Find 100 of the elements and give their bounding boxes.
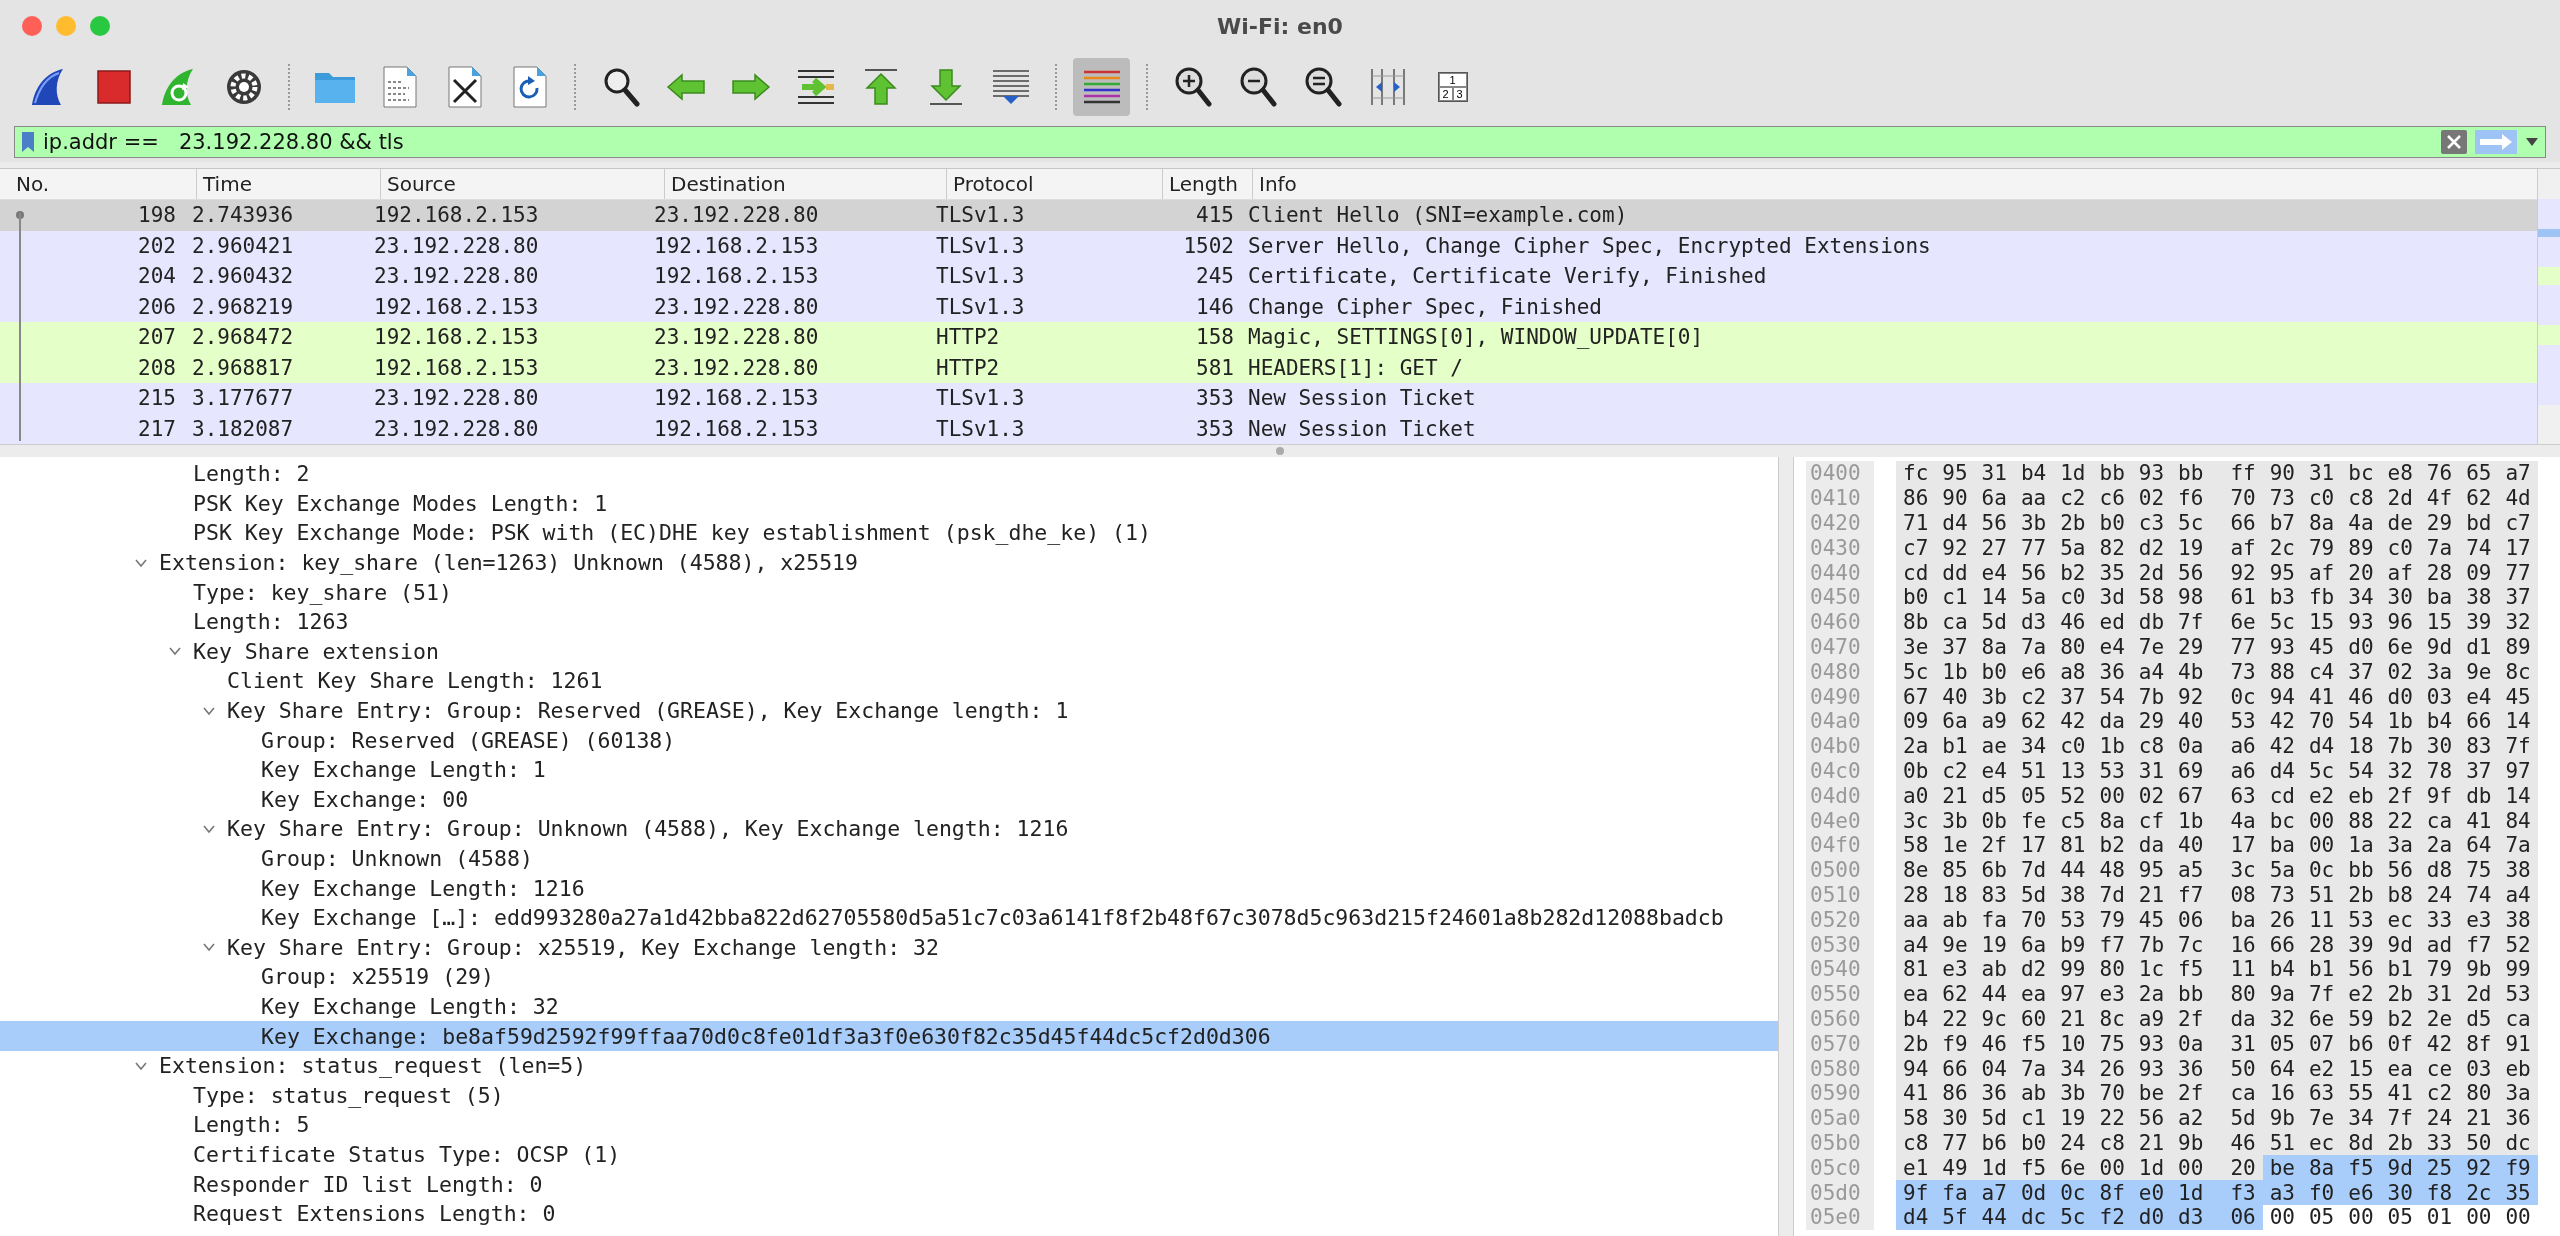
hex-byte[interactable]: d2 <box>2131 535 2172 561</box>
hex-byte[interactable]: 14 <box>2498 783 2538 809</box>
hex-byte[interactable]: f3 <box>2210 1180 2263 1205</box>
hex-byte[interactable]: 8f <box>2092 1180 2132 1205</box>
hex-byte[interactable]: 55 <box>2341 1080 2381 1106</box>
hex-byte[interactable]: 44 <box>2053 857 2093 883</box>
hex-byte[interactable]: 54 <box>2341 708 2381 734</box>
hex-byte[interactable]: 42 <box>2419 1031 2460 1057</box>
hex-byte[interactable]: 37 <box>2341 659 2381 685</box>
toolbar-button[interactable] <box>1073 58 1130 116</box>
hex-byte[interactable]: 56 <box>2341 956 2381 982</box>
hex-byte[interactable]: d4 <box>1896 1204 1936 1230</box>
hex-byte[interactable]: a0 <box>1896 783 1936 809</box>
hex-byte[interactable]: d5 <box>2459 1006 2499 1032</box>
hex-byte[interactable]: da <box>2092 708 2132 734</box>
hex-byte[interactable]: 80 <box>2092 956 2132 982</box>
hex-byte[interactable]: 02 <box>2131 783 2172 809</box>
hex-byte[interactable]: 1d <box>1974 1155 2014 1181</box>
tree-row[interactable]: Key Exchange […]: edd993280a27a1d42bba822d62705580d5a51c7c03a6141f8f2b48f67c3078d5c963d215f24601a8b282d12088badcb <box>0 902 1778 933</box>
hex-byte[interactable]: cf <box>2131 808 2172 833</box>
hex-byte[interactable]: 22 <box>2092 1105 2132 1131</box>
hex-byte[interactable]: 00 <box>2459 1204 2499 1230</box>
hex-byte[interactable]: be <box>2262 1155 2302 1181</box>
hex-byte[interactable]: 46 <box>2210 1130 2263 1156</box>
hex-byte[interactable]: 34 <box>2341 1105 2381 1131</box>
hex-byte[interactable]: 2b <box>2341 882 2381 908</box>
hex-byte[interactable]: f5 <box>2013 1031 2054 1057</box>
hex-byte[interactable]: 79 <box>2092 907 2132 933</box>
hex-byte[interactable]: 50 <box>2210 1056 2263 1081</box>
hex-byte[interactable]: ca <box>2210 1080 2263 1106</box>
column-header[interactable]: Source <box>380 169 664 199</box>
hex-byte[interactable]: b4 <box>2013 461 2054 486</box>
clear-filter-button[interactable] <box>2441 130 2467 154</box>
hex-byte[interactable]: 70 <box>2013 907 2054 933</box>
hex-byte[interactable]: 65 <box>2459 461 2499 486</box>
packet-row[interactable]: 208 2.968817 192.168.2.153 23.192.228.80 HTTP2 581 HEADERS[1]: GET / <box>0 352 2537 383</box>
hex-byte[interactable]: 35 <box>2092 560 2132 585</box>
tree-row[interactable]: Group: Reserved (GREASE) (60138) <box>0 725 1778 755</box>
hex-byte[interactable]: bc <box>2262 808 2302 833</box>
hex-byte[interactable]: 00 <box>2092 783 2132 809</box>
hex-byte[interactable]: 94 <box>1896 1056 1936 1081</box>
tree-row[interactable]: Key Share Entry: Group: x25519, Key Exchange length: 32 <box>0 932 1778 963</box>
hex-byte[interactable]: 46 <box>2053 609 2093 635</box>
hex-byte[interactable]: 1b <box>2092 733 2132 759</box>
hex-byte[interactable]: 04 <box>1974 1056 2014 1081</box>
hex-byte[interactable]: e4 <box>2459 684 2499 709</box>
hex-byte[interactable]: 86 <box>1935 1080 1975 1106</box>
hex-byte[interactable]: 9b <box>2459 956 2499 982</box>
hex-byte[interactable]: 7d <box>2092 882 2132 908</box>
tree-row[interactable]: Key Share Entry: Group: Unknown (4588), Key Exchange length: 1216 <box>0 814 1778 844</box>
hex-byte[interactable]: ce <box>2419 1056 2460 1081</box>
hex-byte[interactable]: 41 <box>2301 684 2342 709</box>
hex-byte[interactable]: 56 <box>2171 560 2211 585</box>
hex-byte[interactable]: af <box>2380 560 2420 585</box>
hex-byte[interactable]: d4 <box>1935 510 1975 536</box>
hex-byte[interactable]: 3c <box>2210 857 2263 883</box>
hex-byte[interactable]: e2 <box>2301 1056 2342 1081</box>
hex-byte[interactable]: 05 <box>2380 1204 2420 1230</box>
hex-byte[interactable]: c6 <box>2092 485 2132 511</box>
hex-byte[interactable]: aa <box>1896 907 1936 933</box>
hex-byte[interactable]: 53 <box>2210 708 2263 734</box>
tree-row[interactable]: Type: status_request (5) <box>0 1080 1778 1111</box>
hex-byte[interactable]: 33 <box>2419 907 2460 933</box>
tree-row[interactable]: PSK Key Exchange Modes Length: 1 <box>0 488 1778 519</box>
hex-byte[interactable]: c8 <box>2092 1130 2132 1156</box>
hex-byte[interactable]: 21 <box>2459 1105 2499 1131</box>
hex-byte[interactable]: e3 <box>1935 956 1975 982</box>
hex-byte[interactable]: 37 <box>2459 758 2499 784</box>
hex-byte[interactable]: 2c <box>2262 535 2302 561</box>
hex-byte[interactable]: 24 <box>2053 1130 2093 1156</box>
hex-byte[interactable]: 9b <box>2171 1130 2211 1156</box>
tree-row[interactable]: Group: Unknown (4588) <box>0 843 1778 874</box>
hex-byte[interactable]: 77 <box>1935 1130 1975 1156</box>
hex-byte[interactable]: 38 <box>2459 585 2499 610</box>
tree-row[interactable]: Key Exchange: 00 <box>0 784 1778 815</box>
hex-byte[interactable]: 00 <box>2301 808 2342 833</box>
hex-byte[interactable]: e8 <box>2380 461 2420 486</box>
hex-byte[interactable]: b2 <box>2092 832 2132 858</box>
hex-byte[interactable]: 5c <box>2053 1204 2093 1230</box>
hex-byte[interactable]: a6 <box>2210 733 2263 759</box>
hex-byte[interactable]: 80 <box>2053 634 2093 660</box>
hex-byte[interactable]: 37 <box>2498 585 2538 610</box>
hex-byte[interactable]: 54 <box>2341 758 2381 784</box>
hex-byte[interactable]: 7c <box>2171 932 2211 957</box>
hex-byte[interactable]: fe <box>2013 808 2054 833</box>
hex-byte[interactable]: 38 <box>2498 907 2538 933</box>
hex-byte[interactable]: 13 <box>2053 758 2093 784</box>
hex-byte[interactable]: c1 <box>1935 585 1975 610</box>
packet-row[interactable]: 198 2.743936 192.168.2.153 23.192.228.80 TLSv1.3 415 Client Hello (SNI=example.com) <box>0 200 2537 231</box>
hex-byte[interactable]: 2f <box>2171 1080 2211 1106</box>
hex-byte[interactable]: 3b <box>1935 808 1975 833</box>
hex-byte[interactable]: 76 <box>2419 461 2460 486</box>
hex-byte[interactable]: 77 <box>2498 560 2538 585</box>
hex-byte[interactable]: f2 <box>2092 1204 2132 1230</box>
hex-byte[interactable]: da <box>2210 1006 2263 1032</box>
hex-byte[interactable]: 0c <box>2210 684 2263 709</box>
hex-byte[interactable]: 31 <box>2210 1031 2263 1057</box>
hex-byte[interactable]: 66 <box>2210 510 2263 536</box>
hex-byte[interactable]: 21 <box>2053 1006 2093 1032</box>
hex-byte[interactable]: e0 <box>2131 1180 2172 1205</box>
